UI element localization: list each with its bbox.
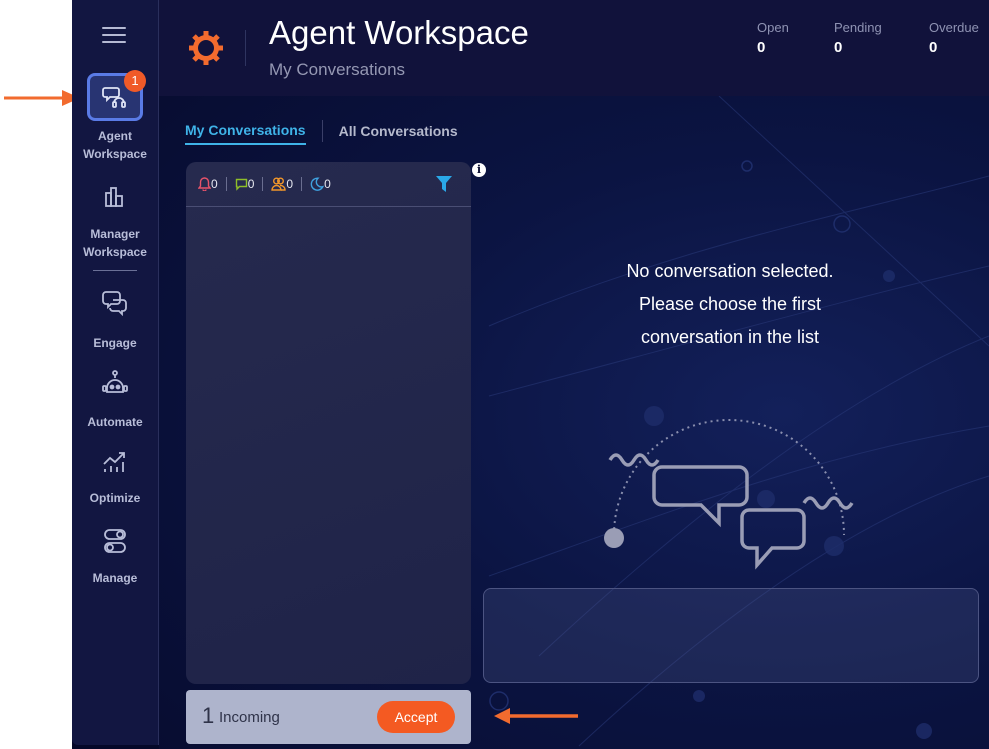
empty-state-line: conversation in the list (640, 327, 820, 347)
filter-snoozed[interactable]: 0 (310, 177, 331, 191)
conversation-list-panel: 0 0 0 0 (186, 162, 471, 684)
active-indicator: 1 (87, 70, 146, 121)
sidebar-item-label: Manager (90, 227, 140, 241)
sidebar: 1 Agent Workspace Manager Workspace Enga… (72, 0, 159, 745)
message-icon (235, 178, 247, 191)
gear-logo-icon (189, 31, 223, 65)
bar-chart-icon (105, 187, 123, 207)
filter-count: 0 (286, 177, 294, 191)
filter-count: 0 (211, 177, 218, 191)
conversation-tabs: My Conversations All Conversations (185, 119, 458, 145)
sidebar-item-manage[interactable]: Manage (72, 528, 158, 587)
stat-value: 0 (834, 39, 843, 56)
filter-messages[interactable]: 0 (235, 177, 255, 191)
filter-divider (301, 177, 303, 191)
chat-bubbles-icon (102, 291, 127, 316)
tab-my-conversations[interactable]: My Conversations (185, 122, 306, 145)
sidebar-item-agent-workspace[interactable]: 1 Agent Workspace (72, 70, 158, 163)
bell-icon (198, 177, 211, 191)
users-icon (271, 177, 287, 191)
sidebar-item-label: Agent (98, 129, 132, 143)
app-window: 1 Agent Workspace Manager Workspace Enga… (72, 0, 989, 749)
annotation-arrow-sidebar (4, 90, 80, 106)
filter-divider (262, 177, 264, 191)
filter-button[interactable] (435, 175, 453, 198)
empty-state-message: No conversation selected. Please choose … (571, 255, 889, 354)
filter-count: 0 (247, 177, 255, 191)
sidebar-item-label: Manage (92, 571, 138, 585)
sidebar-item-label: Workspace (83, 147, 147, 161)
trend-chart-icon (103, 452, 125, 472)
stat-overdue: Overdue 0 (929, 20, 979, 56)
empty-state-line: Please choose the first (638, 294, 822, 314)
robot-icon (102, 370, 128, 393)
stat-pending: Pending 0 (834, 20, 882, 56)
stat-label: Open (757, 20, 789, 35)
accept-button[interactable]: Accept (377, 701, 455, 733)
filter-bar: 0 0 0 0 (186, 162, 471, 207)
filter-alerts[interactable]: 0 (198, 177, 218, 191)
page-title: Agent Workspace (269, 14, 529, 51)
sidebar-item-label: Workspace (83, 245, 147, 259)
incoming-bar: 1 Incoming Accept (186, 690, 471, 744)
filter-divider (225, 177, 227, 191)
tab-divider (321, 119, 323, 142)
page-header: Agent Workspace My Conversations Open 0 … (159, 0, 989, 96)
sidebar-item-optimize[interactable]: Optimize (72, 450, 158, 507)
stat-open: Open 0 (757, 20, 789, 56)
filter-count: 0 (324, 177, 331, 191)
header-divider (245, 30, 246, 66)
chat-headset-icon (102, 87, 126, 108)
hamburger-menu-icon[interactable] (102, 27, 126, 45)
page-subtitle: My Conversations (269, 60, 406, 79)
message-composer-area[interactable] (483, 588, 979, 683)
toggles-icon (104, 529, 126, 553)
sidebar-item-label: Automate (87, 415, 143, 429)
sidebar-item-label: Optimize (89, 491, 141, 505)
annotation-arrow-accept (494, 708, 578, 724)
stat-value: 0 (757, 39, 766, 56)
moon-icon (310, 177, 325, 191)
info-icon[interactable]: i (472, 163, 486, 177)
incoming-label: Incoming (219, 709, 280, 726)
sidebar-item-label: Engage (93, 336, 137, 350)
funnel-icon (436, 176, 452, 192)
stat-value: 0 (929, 39, 938, 56)
empty-conversation-illustration (604, 419, 854, 570)
empty-state-line: No conversation selected. (626, 261, 834, 281)
incoming-count: 1 (202, 703, 215, 728)
sidebar-item-manager-workspace[interactable]: Manager Workspace (72, 185, 158, 261)
sidebar-item-engage[interactable]: Engage (72, 290, 158, 352)
stat-label: Pending (834, 20, 882, 35)
main-area: Agent Workspace My Conversations Open 0 … (159, 0, 989, 749)
tab-all-conversations[interactable]: All Conversations (339, 123, 458, 144)
sidebar-item-automate[interactable]: Automate (72, 370, 158, 431)
stat-label: Overdue (929, 20, 979, 35)
filter-users[interactable]: 0 (271, 177, 293, 191)
sidebar-divider (93, 270, 137, 271)
notification-badge: 1 (124, 70, 146, 92)
